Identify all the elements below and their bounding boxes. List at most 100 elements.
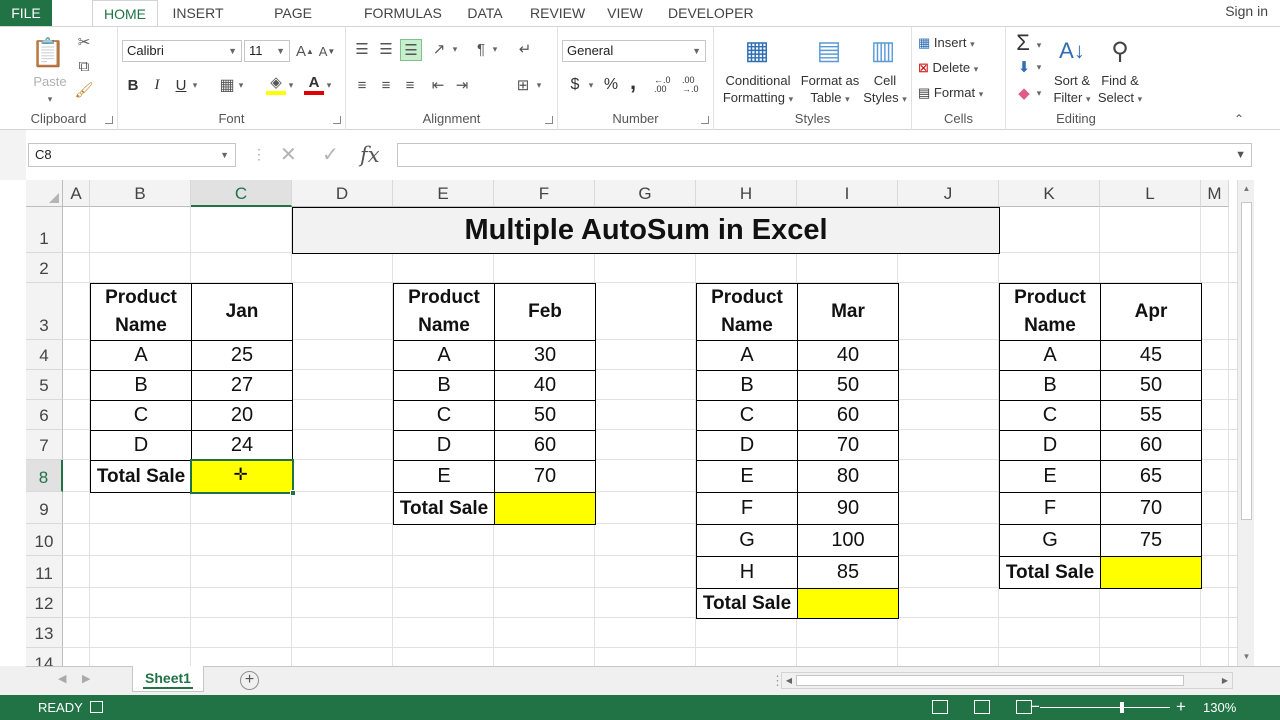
table-apr-value-cell[interactable]: 55 [1100, 400, 1202, 431]
table-apr-month-header[interactable]: Apr [1100, 283, 1202, 341]
format-painter-icon[interactable]: 🖌 [74, 81, 94, 99]
collapse-ribbon-icon[interactable]: ⌃ [1230, 111, 1248, 127]
borders-icon[interactable]: ▦ [218, 75, 236, 95]
text-direction-dropdown-caret[interactable]: ▾ [490, 39, 500, 59]
format-cells-button[interactable]: ▤ Format ▾ [918, 84, 1002, 103]
cut-icon[interactable]: ✂ [74, 33, 94, 51]
table-mar-total-label[interactable]: Total Sale [696, 588, 798, 619]
column-header-b[interactable]: B [90, 180, 191, 207]
bottom-align-icon[interactable]: ☰ [400, 39, 422, 61]
table-jan-product-header[interactable]: Product Name [90, 283, 192, 341]
tab-developer[interactable]: DEVELOPER [668, 0, 754, 26]
table-mar-value-cell[interactable]: 60 [797, 400, 899, 431]
formula-bar-grip[interactable]: ⋮ [252, 146, 266, 163]
name-box[interactable]: C8 ▼ [28, 143, 236, 167]
table-jan-value-cell[interactable]: 24 [191, 430, 293, 461]
table-apr-total-value[interactable] [1100, 556, 1202, 589]
row-header-11[interactable]: 11 [26, 556, 63, 588]
sort-filter-icon[interactable]: A↓ [1056, 35, 1088, 67]
underline-button[interactable]: U [172, 75, 190, 95]
table-mar-product-cell[interactable]: G [696, 524, 798, 557]
wrap-text-icon[interactable]: ↵ [514, 39, 536, 59]
table-feb-total-label[interactable]: Total Sale [393, 492, 495, 525]
conditional-formatting-icon[interactable]: ▦ [740, 33, 774, 67]
zoom-level[interactable]: 130% [1203, 695, 1236, 720]
enter-check-icon[interactable]: ✓ [322, 143, 339, 167]
bold-button[interactable]: B [124, 75, 142, 95]
merge-center-dropdown-caret[interactable]: ▾ [534, 75, 544, 95]
table-mar-product-cell[interactable]: B [696, 370, 798, 401]
select-all-corner[interactable] [26, 180, 63, 207]
format-as-table-icon[interactable]: ▤ [812, 33, 846, 67]
table-apr-value-cell[interactable]: 70 [1100, 492, 1202, 525]
font-color-dropdown-caret[interactable]: ▾ [324, 75, 334, 95]
table-apr-value-cell[interactable]: 45 [1100, 340, 1202, 371]
font-color-icon[interactable]: A [304, 73, 324, 95]
fill-color-icon[interactable]: ◈ [266, 73, 286, 95]
sheet-nav-prev-icon[interactable]: ◀ [58, 672, 66, 685]
table-jan-value-cell[interactable]: 20 [191, 400, 293, 431]
text-direction-icon[interactable]: ¶ [470, 39, 492, 59]
sheet-tab-sheet1[interactable]: Sheet1 [132, 666, 204, 692]
accounting-dropdown-caret[interactable]: ▾ [586, 75, 596, 95]
alignment-launcher-icon[interactable] [545, 116, 553, 124]
cell-styles-button[interactable]: Cell Styles ▾ [860, 72, 910, 108]
column-header-g[interactable]: G [595, 180, 696, 207]
table-apr-value-cell[interactable]: 60 [1100, 430, 1202, 461]
worksheet-grid[interactable]: A B C D E F G H I J K L M 1 2 3 4 5 6 7 8 9 10 11 12 13 14 Multiple… [26, 180, 1237, 666]
table-feb-value-cell[interactable]: 50 [494, 400, 596, 431]
horizontal-scroll-thumb[interactable] [796, 675, 1184, 686]
table-mar-product-cell[interactable]: C [696, 400, 798, 431]
table-mar-product-cell[interactable]: E [696, 460, 798, 493]
row-header-13[interactable]: 13 [26, 618, 63, 648]
column-header-k[interactable]: K [999, 180, 1100, 207]
table-jan-value-cell[interactable]: 25 [191, 340, 293, 371]
autosum-dropdown-caret[interactable]: ▾ [1034, 35, 1044, 55]
insert-function-button[interactable]: fx [360, 143, 380, 167]
paste-dropdown-caret[interactable]: ▾ [40, 89, 60, 108]
increase-indent-icon[interactable]: ⇥ [452, 75, 472, 95]
table-mar-value-cell[interactable]: 80 [797, 460, 899, 493]
column-header-i[interactable]: I [797, 180, 898, 207]
tab-formulas[interactable]: FORMULAS [364, 0, 442, 26]
scroll-up-icon[interactable]: ▲ [1238, 182, 1255, 196]
sort-filter-button[interactable]: Sort & Filter ▾ [1048, 72, 1096, 108]
row-header-14[interactable]: 14 [26, 648, 63, 666]
zoom-out-icon[interactable]: − [1030, 695, 1040, 719]
table-mar-product-cell[interactable]: H [696, 556, 798, 589]
column-header-f[interactable]: F [494, 180, 595, 207]
add-sheet-icon[interactable]: + [240, 671, 259, 690]
table-mar-month-header[interactable]: Mar [797, 283, 899, 341]
sheet-nav-next-icon[interactable]: ▶ [82, 672, 90, 685]
clipboard-launcher-icon[interactable] [105, 116, 113, 124]
tab-view[interactable]: VIEW [606, 0, 644, 26]
table-apr-product-cell[interactable]: G [999, 524, 1101, 557]
column-header-a[interactable]: A [63, 180, 90, 207]
table-apr-value-cell[interactable]: 75 [1100, 524, 1202, 557]
column-header-j[interactable]: J [898, 180, 999, 207]
table-mar-value-cell[interactable]: 85 [797, 556, 899, 589]
table-apr-product-cell[interactable]: E [999, 460, 1101, 493]
table-mar-value-cell[interactable]: 40 [797, 340, 899, 371]
format-as-table-button[interactable]: Format as Table ▾ [800, 72, 860, 108]
conditional-formatting-button[interactable]: Conditional Formatting ▾ [716, 72, 800, 108]
table-jan-total-label[interactable]: Total Sale [90, 460, 192, 493]
table-mar-value-cell[interactable]: 100 [797, 524, 899, 557]
zoom-slider[interactable] [1040, 702, 1170, 713]
paste-icon[interactable]: 📋 [31, 35, 66, 69]
table-mar-product-cell[interactable]: F [696, 492, 798, 525]
zoom-in-icon[interactable]: + [1176, 695, 1186, 719]
tab-home[interactable]: HOME [92, 0, 158, 27]
autosum-icon[interactable]: Σ [1012, 30, 1034, 55]
table-feb-value-cell[interactable]: 40 [494, 370, 596, 401]
table-feb-month-header[interactable]: Feb [494, 283, 596, 341]
table-jan-value-cell[interactable]: 27 [191, 370, 293, 401]
table-feb-value-cell[interactable]: 60 [494, 430, 596, 461]
row-header-4[interactable]: 4 [26, 340, 63, 370]
fill-color-dropdown-caret[interactable]: ▾ [286, 75, 296, 95]
tab-data[interactable]: DATA [464, 0, 506, 26]
decrease-font-size-icon[interactable]: A ▼ [318, 41, 336, 61]
table-apr-product-cell[interactable]: F [999, 492, 1101, 525]
table-feb-value-cell[interactable]: 70 [494, 460, 596, 493]
formula-input[interactable]: ▼ [397, 143, 1252, 167]
